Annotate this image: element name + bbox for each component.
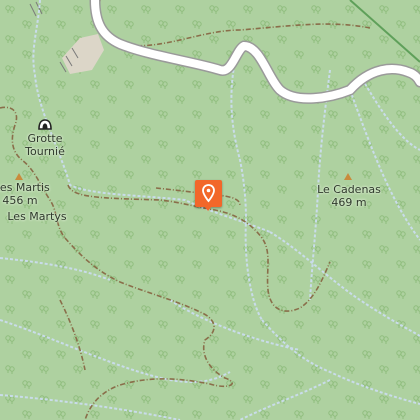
map-pin-icon [202,184,215,203]
locality-label: Les Martys [7,210,67,223]
cave-label-line1: Grotte [27,132,63,145]
cave-label: Grotte Tournié [20,132,70,158]
marker-pointer [204,206,212,211]
peak-west-name: Les Martis [0,181,50,194]
peak-east-name: Le Cadenas [317,183,381,196]
cave-entrance-icon [38,119,52,130]
peak-west-elevation: 456 m [2,194,38,207]
map-view[interactable]: Grotte Tournié Les Martis 456 m Les Mart… [0,0,420,420]
peak-west-label: Les Martis 456 m [0,181,50,207]
peak-triangle-icon [344,173,352,180]
cave-label-line2: Tournié [25,145,65,158]
peak-east-label: Le Cadenas 469 m [316,183,382,209]
peak-triangle-icon [15,173,23,180]
location-marker[interactable] [195,180,222,207]
peak-east-elevation: 469 m [331,196,367,209]
